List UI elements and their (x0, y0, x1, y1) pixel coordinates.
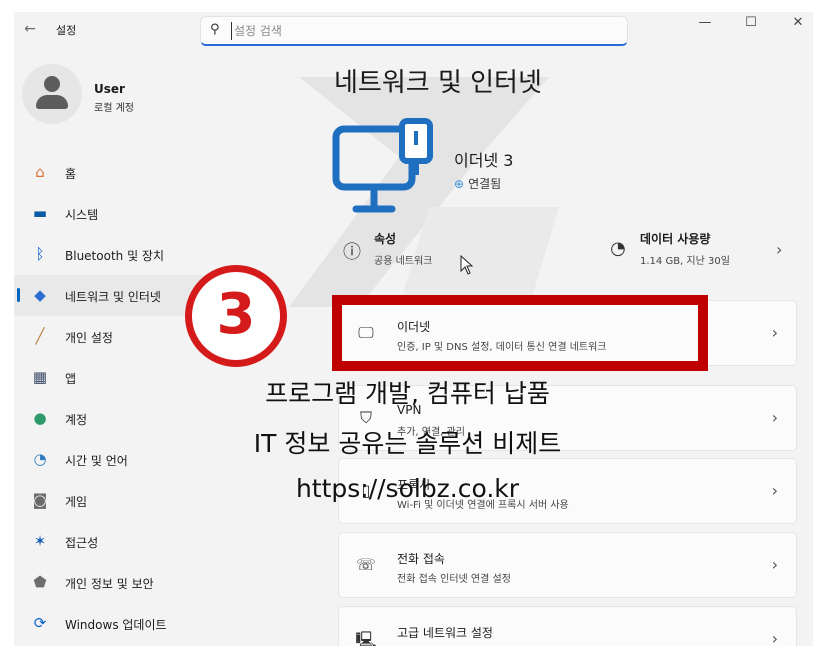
advanced-network-icon: 🖳 (355, 630, 377, 646)
vpn-icon: ⛉ (359, 408, 372, 427)
card-title: 고급 네트워크 설정 (397, 626, 493, 640)
card-title: VPN (397, 403, 422, 417)
active-indicator (17, 288, 20, 302)
sidebar-item-9[interactable]: ◙ 게임 (14, 480, 204, 521)
user-name: User (94, 82, 125, 96)
sidebar-item-label: Bluetooth 및 장치 (65, 249, 165, 263)
back-button[interactable]: ← (20, 21, 40, 37)
avatar-body-icon (36, 95, 68, 109)
bluetooth-icon: ᛒ (35, 245, 45, 263)
settings-card-4[interactable]: ☏ 전화 접속전화 접속 인터넷 연결 설정 › (338, 532, 797, 598)
sidebar-item-label: 시간 및 언어 (65, 454, 128, 468)
dialup-icon: ☏ (355, 555, 376, 574)
settings-card-2[interactable]: ⛉ VPN 추가, 연결, 관리 › (338, 385, 797, 451)
globe-icon: ⊕ (454, 177, 465, 191)
chevron-right-icon: › (771, 555, 778, 574)
sidebar-item-label: Windows 업데이트 (65, 618, 167, 632)
data-usage-title: 데이터 사용량 (640, 232, 711, 246)
system-icon: ▬ (32, 204, 48, 222)
sidebar-item-label: 네트워크 및 인터넷 (65, 290, 161, 304)
sidebar-item-6[interactable]: ▦ 앱 (14, 357, 204, 398)
home-icon: ⌂ (35, 163, 45, 181)
accessibility-icon: ✶ (33, 532, 47, 550)
sidebar-item-label: 앱 (65, 372, 77, 386)
ethernet-monitor-icon (332, 118, 433, 213)
sidebar-item-4[interactable]: ◆ 네트워크 및 인터넷 (14, 275, 204, 316)
card-subtitle: 추가, 연결, 관리 (397, 427, 465, 438)
chevron-right-icon: › (771, 629, 778, 646)
gaming-icon: ◙ (32, 491, 48, 509)
maximize-button[interactable]: ☐ (740, 15, 762, 30)
avatar-head-icon (44, 76, 60, 92)
device-status: ⊕ 연결됨 (454, 175, 501, 192)
properties-title: 속성 (374, 232, 397, 246)
settings-window: ← 설정 ⚲ — ☐ ✕ User 로컬 계정 ⌂홈▬시스템ᛒBluetooth… (14, 12, 813, 646)
card-subtitle: 모든 네트워크 어댑터 보기, 네트워크 초기화 (397, 644, 582, 646)
device-status-text: 연결됨 (468, 177, 502, 191)
settings-card-1[interactable]: 🖵 이더넷인증, IP 및 DNS 설정, 데이터 통신 연결 네트워크 › (338, 300, 797, 366)
chevron-right-icon: › (771, 481, 778, 500)
sidebar-item-label: 개인 정보 및 보안 (65, 577, 154, 591)
sidebar-item-10[interactable]: ✶ 접근성 (14, 521, 204, 562)
step-number-badge: 3 (185, 265, 287, 367)
chevron-right-icon: › (771, 323, 778, 342)
apps-icon: ▦ (32, 368, 48, 386)
brush-icon: ╱ (35, 327, 45, 345)
chevron-right-icon: › (771, 408, 778, 427)
card-title: 이더넷 (397, 320, 431, 334)
properties-subtitle: 공용 네트워크 (374, 256, 433, 267)
device-name: 이더넷 3 (454, 151, 514, 170)
ethernet-icon: 🖵 (358, 323, 374, 342)
search-icon: ⚲ (210, 22, 220, 37)
sidebar-nav: ⌂ 홈 ▬ 시스템 ᛒ Bluetooth 및 장치 ◆ 네트워크 및 인터넷 ╱ 개인 설정 ▦ 앱… (14, 152, 204, 644)
info-icon: ⓘ (343, 242, 361, 263)
sidebar-item-label: 게임 (65, 495, 88, 509)
sidebar-item-label: 개인 설정 (65, 331, 113, 345)
network-icon: ◆ (34, 286, 46, 304)
sidebar-item-3[interactable]: ᛒ Bluetooth 및 장치 (14, 234, 204, 275)
sidebar-item-label: 홈 (65, 167, 77, 181)
proxy-icon: ▯ (361, 481, 371, 500)
sidebar-item-8[interactable]: ◔ 시간 및 언어 (14, 439, 204, 480)
app-title: 설정 (56, 24, 77, 37)
avatar (22, 64, 82, 124)
pie-chart-icon: ◔ (610, 238, 626, 259)
sidebar-item-12[interactable]: ⟳ Windows 업데이트 (14, 603, 204, 644)
search-box[interactable]: ⚲ (200, 16, 628, 46)
card-title: 프록시 (397, 478, 431, 492)
time-language-icon: ◔ (33, 450, 47, 468)
sidebar-item-11[interactable]: ⬟ 개인 정보 및 보안 (14, 562, 204, 603)
page-title: 네트워크 및 인터넷 (334, 68, 542, 98)
mouse-cursor-icon (460, 255, 474, 275)
shield-icon: ⬟ (33, 573, 47, 591)
sidebar-item-1[interactable]: ⌂ 홈 (14, 152, 204, 193)
card-subtitle: Wi-Fi 및 이더넷 연결에 프록시 서버 사용 (397, 500, 569, 511)
sidebar-item-7[interactable]: ● 계정 (14, 398, 204, 439)
sidebar-item-label: 계정 (65, 413, 88, 427)
close-button[interactable]: ✕ (787, 15, 809, 30)
settings-card-5[interactable]: 🖳 고급 네트워크 설정모든 네트워크 어댑터 보기, 네트워크 초기화 › (338, 606, 797, 646)
sidebar-item-2[interactable]: ▬ 시스템 (14, 193, 204, 234)
account-icon: ● (33, 409, 47, 427)
search-input[interactable] (231, 22, 611, 40)
minimize-button[interactable]: — (694, 15, 716, 30)
card-subtitle: 인증, IP 및 DNS 설정, 데이터 통신 연결 네트워크 (397, 342, 607, 353)
data-usage-chevron-icon: › (776, 240, 783, 259)
card-title: 전화 접속 (397, 552, 445, 566)
update-icon: ⟳ (33, 614, 47, 632)
settings-card-3[interactable]: ▯ 프록시 Wi-Fi 및 이더넷 연결에 프록시 서버 사용 › (338, 458, 797, 524)
account-type: 로컬 계정 (94, 103, 134, 114)
sidebar-item-label: 시스템 (65, 208, 99, 222)
sidebar-item-5[interactable]: ╱ 개인 설정 (14, 316, 204, 357)
card-subtitle: 전화 접속 인터넷 연결 설정 (397, 574, 511, 585)
data-usage-subtitle: 1.14 GB, 지난 30일 (640, 256, 730, 267)
title-bar: ← 설정 ⚲ — ☐ ✕ (14, 12, 813, 48)
sidebar-item-label: 접근성 (65, 536, 99, 550)
